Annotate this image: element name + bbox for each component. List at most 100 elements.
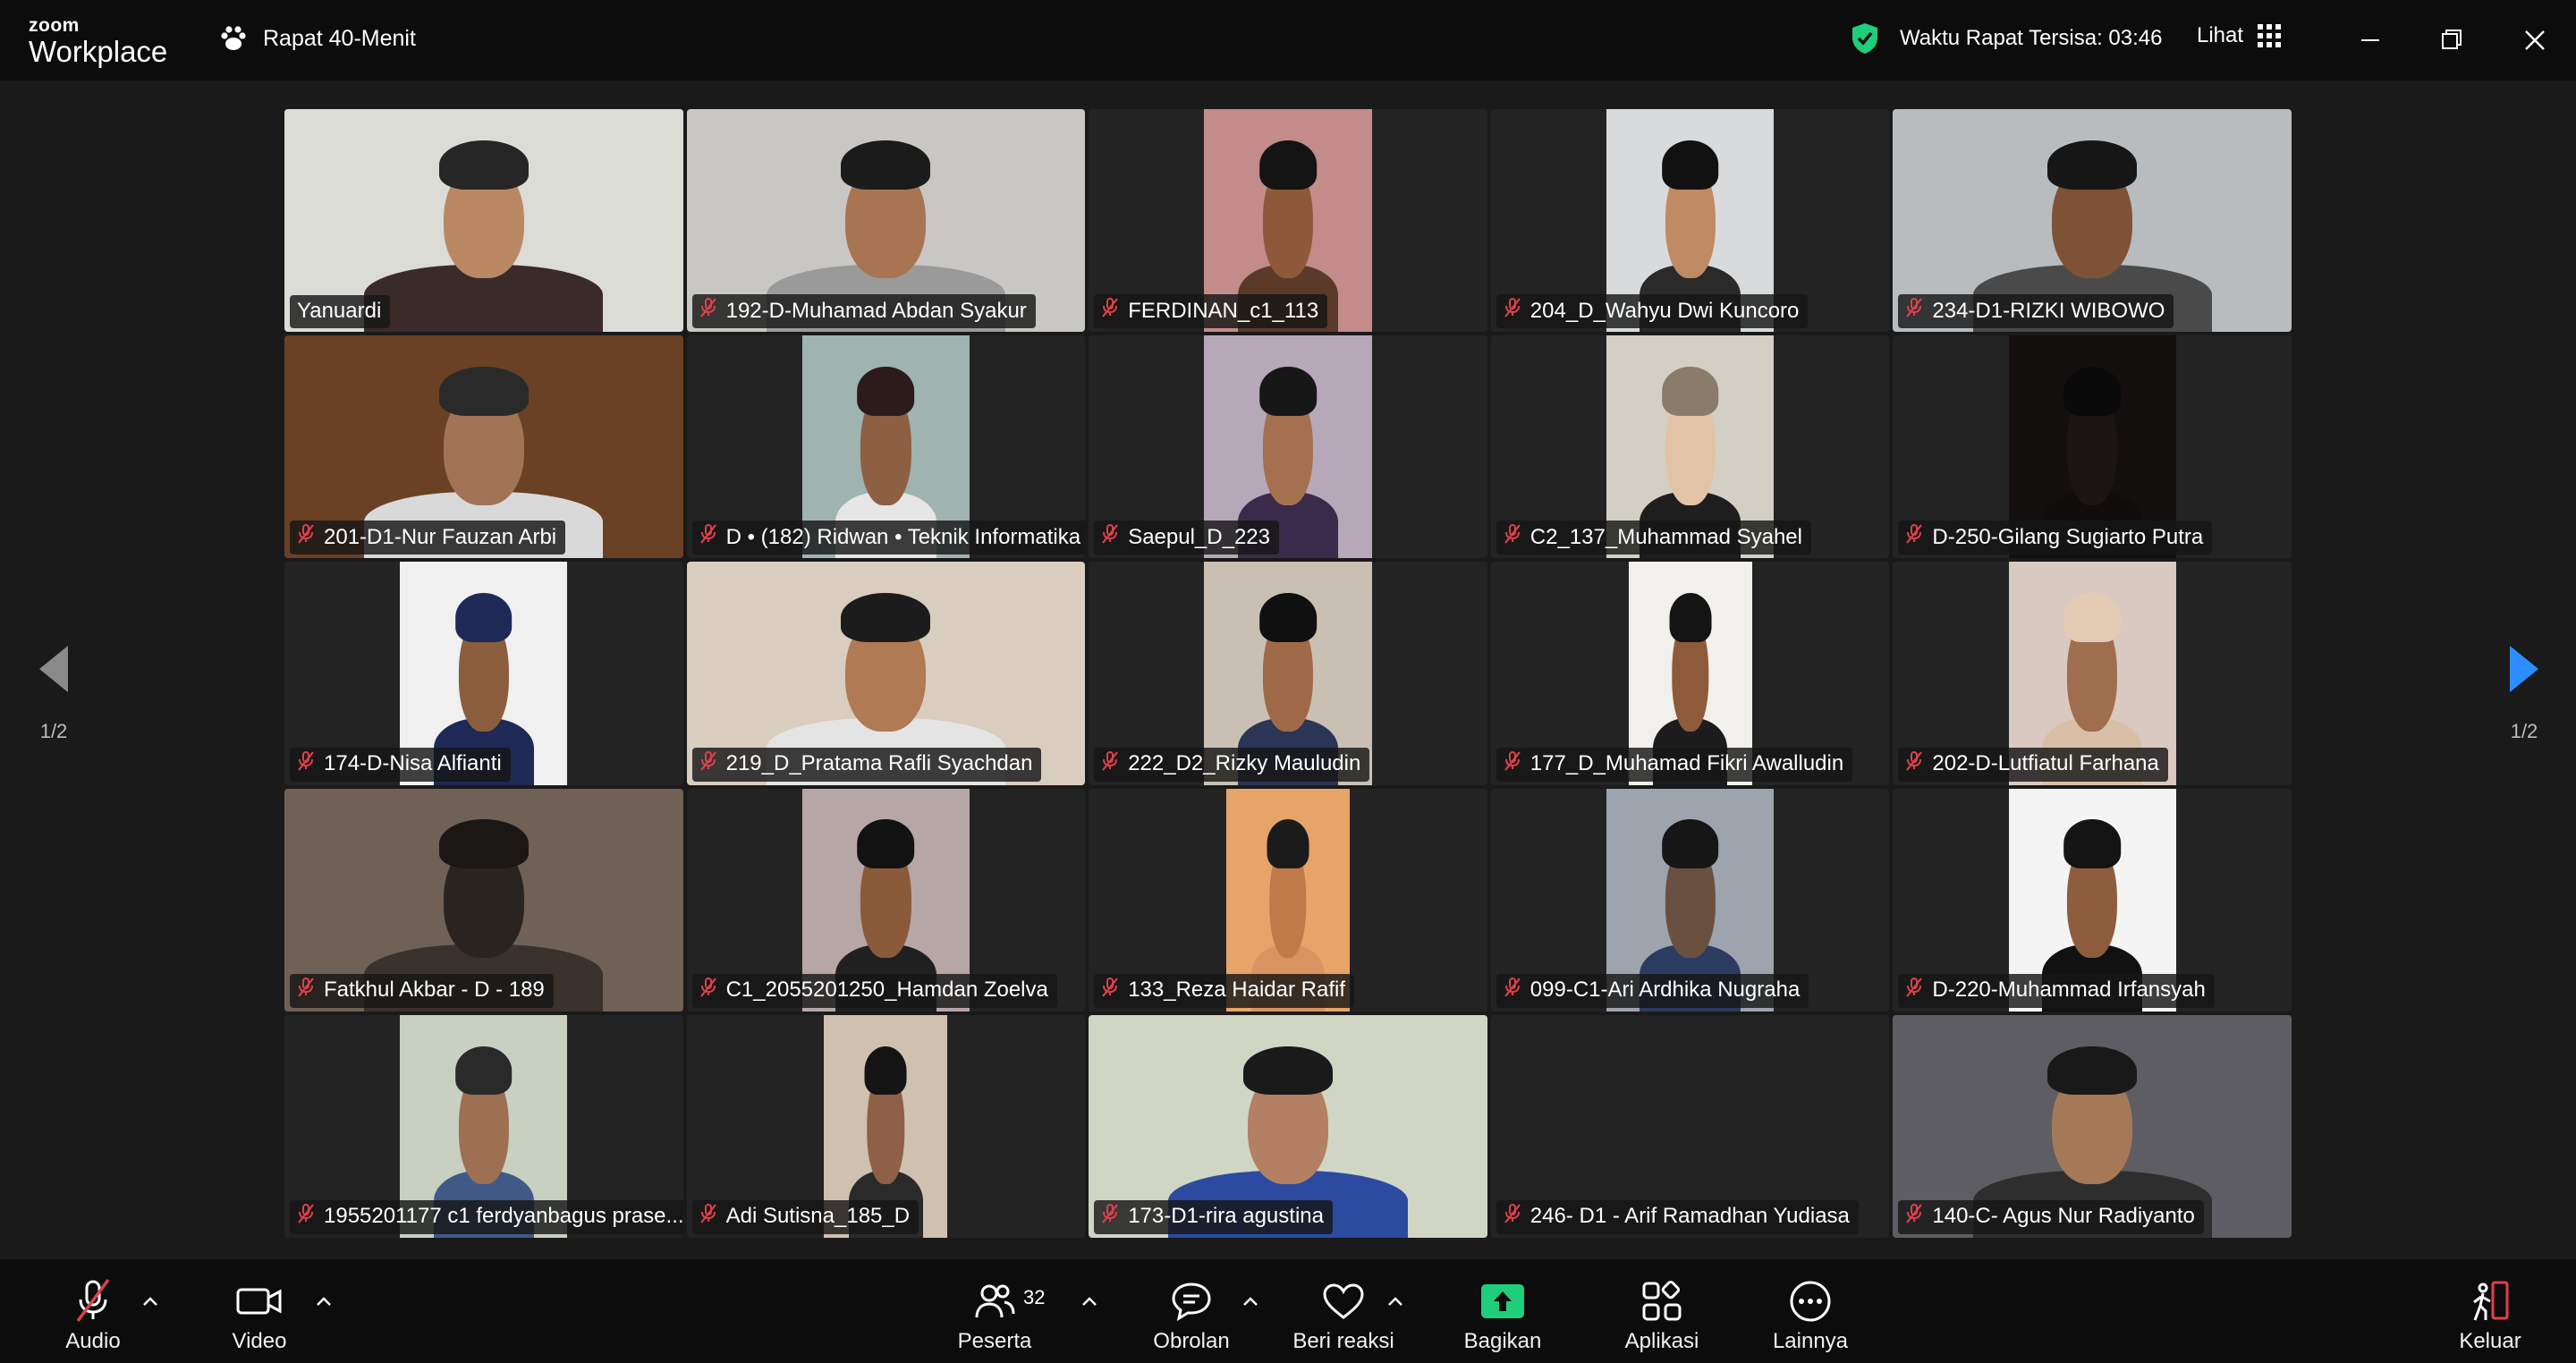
arrow-right-icon[interactable] bbox=[2506, 644, 2542, 694]
apps-label: Aplikasi bbox=[1624, 1329, 1699, 1353]
app-logo: zoom Workplace bbox=[29, 16, 167, 66]
participant-tile[interactable]: 140-C- Agus Nur Radiyanto bbox=[1893, 1014, 2292, 1238]
participant-name: 201-D1-Nur Fauzan Arbi bbox=[324, 524, 557, 549]
participant-tile[interactable]: Yanuardi bbox=[284, 109, 683, 333]
mic-muted-icon bbox=[1905, 750, 1923, 777]
participant-tile[interactable]: C2_137_Muhammad Syahel bbox=[1490, 335, 1890, 559]
meeting-timer[interactable]: Waktu Rapat Tersisa: 03:46 bbox=[1850, 21, 2162, 55]
leave-icon bbox=[2473, 1281, 2509, 1321]
next-page[interactable]: 1/2 bbox=[2497, 644, 2551, 743]
participant-name-tag: Adi Sutisna_185_D bbox=[691, 1199, 919, 1234]
participant-name-tag: 177_D_Muhamad Fikri Awalludin bbox=[1496, 747, 1853, 782]
participant-tile[interactable]: FERDINAN_c1_113 bbox=[1089, 109, 1487, 333]
mic-muted-icon bbox=[1504, 977, 1521, 1003]
participant-tile[interactable]: D • (182) Ridwan • Teknik Informatika bbox=[686, 335, 1086, 559]
mic-muted-icon bbox=[699, 1203, 717, 1230]
close-icon[interactable] bbox=[2514, 20, 2555, 61]
mic-muted-icon bbox=[699, 524, 717, 550]
participant-name-tag: 133_Reza Haidar Rafif bbox=[1094, 973, 1354, 1008]
audio-button[interactable]: Audio bbox=[30, 1277, 156, 1354]
participant-name: 219_D_Pratama Rafli Syachdan bbox=[725, 751, 1033, 776]
video-label: Video bbox=[232, 1329, 287, 1353]
mic-muted-icon bbox=[699, 750, 717, 777]
participant-name-tag: FERDINAN_c1_113 bbox=[1094, 294, 1328, 329]
participant-name-tag: D-220-Muhammad Irfansyah bbox=[1898, 973, 2215, 1008]
prev-page-label: 1/2 bbox=[39, 720, 68, 742]
participants-options-chevron-icon[interactable] bbox=[1080, 1295, 1098, 1308]
more-button[interactable]: Lainnya bbox=[1748, 1277, 1873, 1354]
participant-name-tag: C1_2055201250_Hamdan Zoelva bbox=[691, 973, 1057, 1008]
logo-big-text: Workplace bbox=[29, 35, 168, 68]
view-button[interactable]: Lihat bbox=[2197, 23, 2282, 48]
chat-button[interactable]: Obrolan bbox=[1129, 1277, 1254, 1354]
leave-label: Keluar bbox=[2459, 1329, 2521, 1353]
mic-muted-icon bbox=[1101, 750, 1119, 777]
participant-tile[interactable]: 174-D-Nisa Alfianti bbox=[284, 562, 683, 785]
participant-tile[interactable]: C1_2055201250_Hamdan Zoelva bbox=[686, 788, 1086, 1012]
mic-muted-icon bbox=[1504, 298, 1521, 324]
shield-check-icon bbox=[1852, 23, 1877, 54]
meeting-info[interactable]: Rapat 40-Menit bbox=[218, 23, 416, 54]
video-camera-icon bbox=[236, 1288, 282, 1315]
next-page-label: 1/2 bbox=[2510, 720, 2538, 742]
participant-tile[interactable]: 246- D1 - Arif Ramadhan Yudiasa bbox=[1490, 1014, 1890, 1238]
mic-muted-icon bbox=[1504, 750, 1521, 777]
participant-tile[interactable]: 204_D_Wahyu Dwi Kuncoro bbox=[1490, 109, 1890, 333]
react-options-chevron-icon[interactable] bbox=[1386, 1295, 1404, 1308]
participant-tile[interactable]: 133_Reza Haidar Rafif bbox=[1089, 788, 1487, 1012]
mic-muted-icon bbox=[1905, 1203, 1923, 1230]
chat-options-chevron-icon[interactable] bbox=[1241, 1295, 1259, 1308]
participant-name: D-220-Muhammad Irfansyah bbox=[1932, 978, 2206, 1003]
participant-tile[interactable]: 1955201177 c1 ferdyanbagus prase... bbox=[284, 1014, 683, 1238]
mic-muted-icon bbox=[297, 1203, 315, 1230]
participant-name-tag: 192-D-Muhamad Abdan Syakur bbox=[691, 294, 1036, 329]
mic-muted-icon bbox=[699, 298, 717, 324]
audio-options-chevron-icon[interactable] bbox=[141, 1295, 159, 1308]
mic-muted-icon bbox=[1504, 524, 1521, 550]
participant-tile[interactable]: D-250-Gilang Sugiarto Putra bbox=[1893, 335, 2292, 559]
participant-name: 133_Reza Haidar Rafif bbox=[1128, 978, 1345, 1003]
participant-tile[interactable]: Saepul_D_223 bbox=[1089, 335, 1487, 559]
apps-button[interactable]: Aplikasi bbox=[1599, 1277, 1724, 1354]
participant-tile[interactable]: 222_D2_Rizky Mauludin bbox=[1089, 562, 1487, 785]
meeting-toolbar: Audio Video Peserta 32 Obrolan Beri reak… bbox=[0, 1259, 2576, 1363]
participant-name-tag: C2_137_Muhammad Syahel bbox=[1496, 521, 1811, 555]
participants-icon bbox=[975, 1284, 1015, 1318]
video-options-chevron-icon[interactable] bbox=[315, 1295, 333, 1308]
leave-button[interactable]: Keluar bbox=[2428, 1277, 2553, 1354]
react-button[interactable]: Beri reaksi bbox=[1281, 1277, 1406, 1354]
participant-name: 192-D-Muhamad Abdan Syakur bbox=[725, 298, 1027, 323]
mic-muted-icon bbox=[297, 524, 315, 550]
chat-label: Obrolan bbox=[1153, 1329, 1230, 1353]
arrow-left-icon[interactable] bbox=[36, 644, 72, 694]
participants-label: Peserta bbox=[957, 1329, 1032, 1353]
meeting-title: Rapat 40-Menit bbox=[263, 25, 416, 51]
share-button[interactable]: Bagikan bbox=[1440, 1277, 1565, 1354]
prev-page[interactable]: 1/2 bbox=[27, 644, 80, 743]
participant-tile[interactable]: Adi Sutisna_185_D bbox=[686, 1014, 1086, 1238]
participant-tile[interactable]: 177_D_Muhamad Fikri Awalludin bbox=[1490, 562, 1890, 785]
restore-icon[interactable] bbox=[2431, 20, 2472, 61]
participant-name-tag: 140-C- Agus Nur Radiyanto bbox=[1898, 1199, 2204, 1234]
participant-tile[interactable]: 099-C1-Ari Ardhika Nugraha bbox=[1490, 788, 1890, 1012]
participant-name: 202-D-Lutfiatul Farhana bbox=[1932, 751, 2159, 776]
chat-bubble-icon bbox=[1172, 1283, 1211, 1322]
participant-name: C1_2055201250_Hamdan Zoelva bbox=[725, 978, 1048, 1003]
participant-name-tag: 201-D1-Nur Fauzan Arbi bbox=[290, 521, 566, 555]
participant-tile[interactable]: 202-D-Lutfiatul Farhana bbox=[1893, 562, 2292, 785]
participant-tile[interactable]: D-220-Muhammad Irfansyah bbox=[1893, 788, 2292, 1012]
participant-tile[interactable]: 201-D1-Nur Fauzan Arbi bbox=[284, 335, 683, 559]
participant-tile[interactable]: 234-D1-RIZKI WIBOWO bbox=[1893, 109, 2292, 333]
participant-tile[interactable]: 173-D1-rira agustina bbox=[1089, 1014, 1487, 1238]
participant-name: 173-D1-rira agustina bbox=[1128, 1204, 1324, 1229]
video-button[interactable]: Video bbox=[197, 1277, 322, 1354]
participant-tile[interactable]: 192-D-Muhamad Abdan Syakur bbox=[686, 109, 1086, 333]
react-label: Beri reaksi bbox=[1292, 1329, 1394, 1353]
participant-name: Adi Sutisna_185_D bbox=[725, 1204, 911, 1229]
participant-tile[interactable]: Fatkhul Akbar - D - 189 bbox=[284, 788, 683, 1012]
minimize-icon[interactable] bbox=[2350, 20, 2391, 61]
mic-muted-icon bbox=[699, 977, 717, 1003]
participant-tile[interactable]: 219_D_Pratama Rafli Syachdan bbox=[686, 562, 1086, 785]
participant-name-tag: Saepul_D_223 bbox=[1094, 521, 1279, 555]
apps-icon bbox=[1642, 1280, 1682, 1321]
